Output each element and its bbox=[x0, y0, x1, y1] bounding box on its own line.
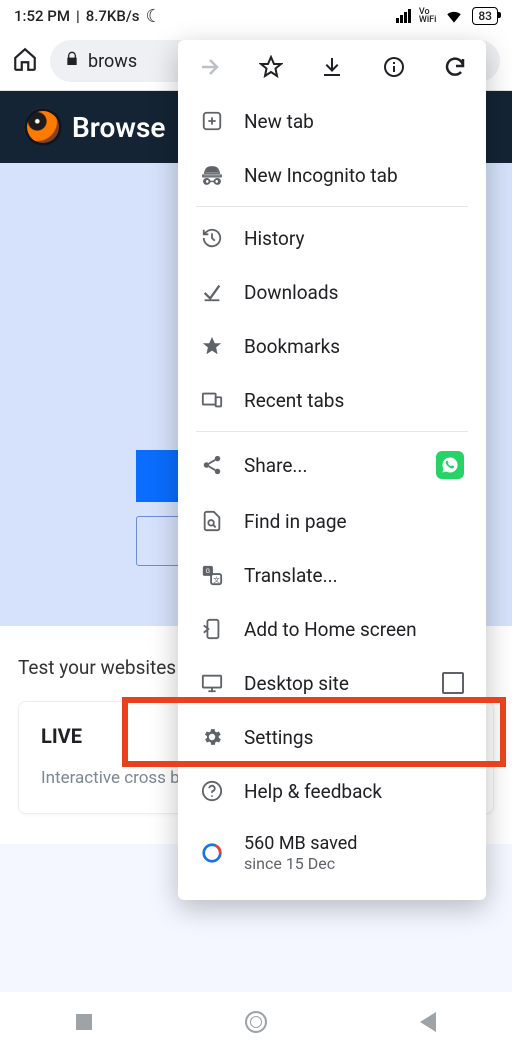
menu-divider bbox=[196, 431, 468, 432]
menu-label: Add to Home screen bbox=[244, 618, 417, 641]
back-nav-button[interactable] bbox=[420, 1012, 436, 1032]
menu-item-desktop-site[interactable]: Desktop site bbox=[178, 656, 486, 710]
incognito-icon bbox=[200, 163, 224, 187]
data-saver-text: 560 MB saved since 15 Dec bbox=[244, 833, 357, 873]
info-button[interactable] bbox=[381, 54, 407, 80]
site-brand: Browse bbox=[72, 111, 165, 144]
menu-label: Share... bbox=[244, 454, 307, 477]
find-icon bbox=[200, 509, 224, 533]
menu-label: New tab bbox=[244, 110, 314, 133]
status-bar: 1:52 PM | 8.7KB/s Vo WiFi 83 bbox=[0, 0, 512, 32]
menu-label: New Incognito tab bbox=[244, 164, 398, 187]
home-nav-button[interactable] bbox=[245, 1011, 267, 1033]
star-filled-icon bbox=[200, 334, 224, 358]
overflow-menu: New tab New Incognito tab History Downlo… bbox=[178, 40, 486, 900]
menu-item-bookmarks[interactable]: Bookmarks bbox=[178, 319, 486, 373]
status-time: 1:52 PM bbox=[14, 7, 70, 25]
refresh-button[interactable] bbox=[442, 54, 468, 80]
data-saver-icon bbox=[200, 841, 224, 865]
svg-text:文: 文 bbox=[213, 575, 220, 584]
vowifi-indicator: Vo WiFi bbox=[419, 8, 436, 24]
system-nav-bar bbox=[0, 992, 512, 1052]
menu-label: Recent tabs bbox=[244, 389, 344, 412]
menu-item-downloads[interactable]: Downloads bbox=[178, 265, 486, 319]
menu-item-data-saver[interactable]: 560 MB saved since 15 Dec bbox=[178, 818, 486, 888]
new-tab-icon bbox=[200, 109, 224, 133]
menu-item-settings[interactable]: Settings bbox=[178, 710, 486, 764]
moon-icon bbox=[145, 6, 161, 27]
recent-apps-button[interactable] bbox=[76, 1014, 92, 1030]
menu-item-share[interactable]: Share... bbox=[178, 436, 486, 494]
menu-item-help[interactable]: Help & feedback bbox=[178, 764, 486, 818]
add-home-icon bbox=[200, 617, 224, 641]
menu-label: Downloads bbox=[244, 281, 338, 304]
menu-item-incognito[interactable]: New Incognito tab bbox=[178, 148, 486, 202]
menu-label: Find in page bbox=[244, 510, 347, 533]
wifi-icon bbox=[444, 6, 464, 26]
menu-item-history[interactable]: History bbox=[178, 211, 486, 265]
browserstack-logo-icon bbox=[24, 108, 62, 146]
lock-icon bbox=[64, 51, 80, 72]
status-net-speed: 8.7KB/s bbox=[86, 7, 140, 25]
bookmark-star-button[interactable] bbox=[258, 54, 284, 80]
desktop-icon bbox=[200, 671, 224, 695]
whatsapp-icon[interactable] bbox=[436, 451, 464, 479]
menu-label: Desktop site bbox=[244, 672, 349, 695]
signal-icon bbox=[396, 9, 411, 23]
menu-label: History bbox=[244, 227, 304, 250]
svg-text:G: G bbox=[206, 567, 210, 575]
menu-item-translate[interactable]: G文 Translate... bbox=[178, 548, 486, 602]
menu-item-recent-tabs[interactable]: Recent tabs bbox=[178, 373, 486, 427]
menu-label: Bookmarks bbox=[244, 335, 340, 358]
menu-label: Translate... bbox=[244, 564, 338, 587]
help-icon bbox=[200, 779, 224, 803]
menu-label: Settings bbox=[244, 726, 313, 749]
forward-button[interactable] bbox=[196, 54, 222, 80]
menu-top-row bbox=[178, 40, 486, 94]
check-icon bbox=[200, 280, 224, 304]
menu-label: Help & feedback bbox=[244, 780, 382, 803]
menu-item-new-tab[interactable]: New tab bbox=[178, 94, 486, 148]
devices-icon bbox=[200, 388, 224, 412]
desktop-site-checkbox[interactable] bbox=[442, 672, 464, 694]
home-button[interactable] bbox=[12, 46, 38, 76]
history-icon bbox=[200, 226, 224, 250]
menu-divider bbox=[196, 206, 468, 207]
translate-icon: G文 bbox=[200, 563, 224, 587]
url-text: brows bbox=[88, 51, 137, 72]
download-button[interactable] bbox=[319, 54, 345, 80]
menu-item-find-in-page[interactable]: Find in page bbox=[178, 494, 486, 548]
battery-indicator: 83 bbox=[472, 7, 498, 25]
share-icon bbox=[200, 453, 224, 477]
gear-icon bbox=[200, 725, 224, 749]
menu-item-add-home[interactable]: Add to Home screen bbox=[178, 602, 486, 656]
